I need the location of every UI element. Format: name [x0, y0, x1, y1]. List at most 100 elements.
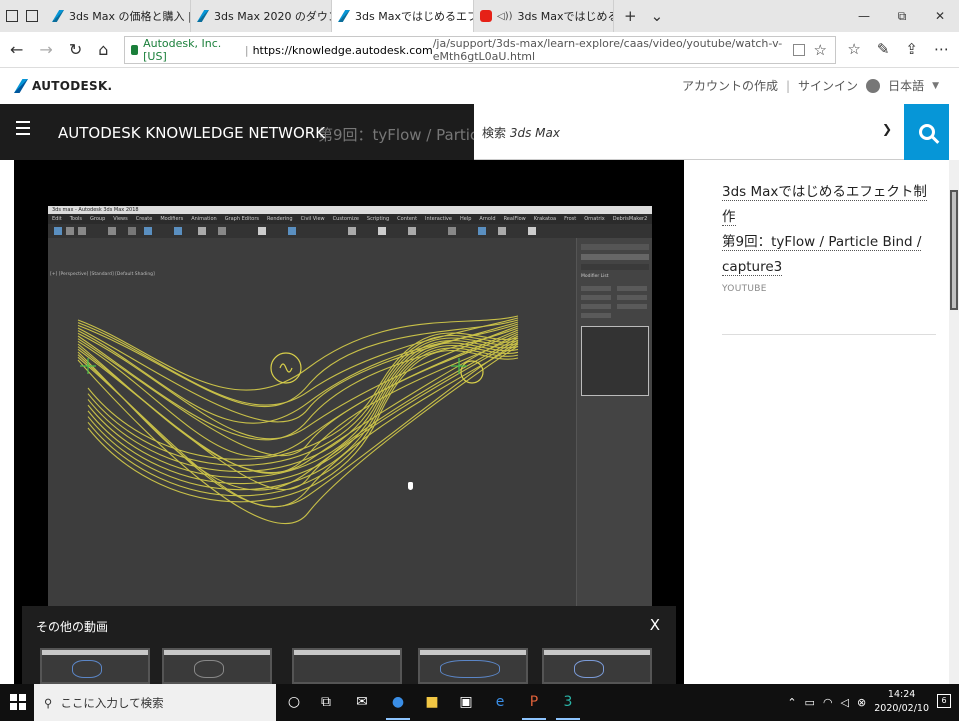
max-menu-item: Animation: [191, 216, 217, 222]
video-player[interactable]: 3ds max - Autodesk 3ds Max 2018 Edit Tool…: [14, 160, 684, 684]
related-video-title[interactable]: 3ds Maxではじめるエフェクト制作 第9回：tyFlow / Particl…: [722, 180, 936, 280]
certificate-org: Autodesk, Inc. [US]: [143, 37, 222, 63]
max-menu-item: Customize: [332, 216, 359, 222]
hamburger-menu-icon[interactable]: [16, 121, 30, 135]
action-center-icon[interactable]: 6: [937, 694, 951, 708]
close-window-button[interactable]: ✕: [921, 0, 959, 32]
max-menu-item: RealFlow: [503, 216, 526, 222]
max-toolbar: [48, 224, 652, 238]
page-scrollbar[interactable]: [949, 160, 959, 684]
forward-icon[interactable]: →: [39, 40, 52, 59]
home-icon[interactable]: ⌂: [98, 40, 108, 59]
max-menu-item: Krakatoa: [533, 216, 557, 222]
max-menu-item: Create: [135, 216, 153, 222]
max-menu-item: Scripting: [366, 216, 390, 222]
cortana-icon[interactable]: ○: [282, 690, 306, 714]
edge-icon[interactable]: ●: [386, 690, 410, 720]
modifier-stack-box: [581, 326, 649, 396]
pen-icon[interactable]: ✎: [877, 40, 890, 58]
tab-title: 3ds Max の価格と購入 | Autc: [69, 10, 190, 23]
3dsmax-icon[interactable]: 3: [556, 690, 580, 720]
video-thumbnail[interactable]: [162, 648, 272, 684]
tab-title: 3ds Maxではじめるエフェク: [517, 10, 614, 23]
set-aside-tabs-icon[interactable]: [26, 10, 38, 22]
mail-icon[interactable]: ✉: [350, 690, 374, 714]
max-menu-item: Frost: [564, 216, 577, 222]
max-menu-item: Edit: [52, 216, 62, 222]
favorites-hub-icon[interactable]: ☆: [847, 40, 860, 58]
new-tab-button[interactable]: +: [624, 7, 637, 25]
windows-start-icon[interactable]: [10, 694, 26, 710]
video-thumbnail[interactable]: [542, 648, 652, 684]
minimize-button[interactable]: —: [845, 0, 883, 32]
maximize-button[interactable]: ⧉: [883, 0, 921, 32]
wave-line: [77, 339, 519, 491]
powerpoint-icon[interactable]: P: [522, 690, 546, 720]
clock[interactable]: 14:24 2020/02/10: [874, 688, 929, 716]
reading-view-icon[interactable]: [793, 44, 805, 56]
max-menu-item: Tools: [69, 216, 83, 222]
video-thumbnail[interactable]: [418, 648, 528, 684]
tab-effect-active[interactable]: 3ds Maxではじめるエフェク ×: [332, 0, 474, 32]
search-scope: 3ds Max: [509, 126, 560, 140]
taskbar-search-input[interactable]: ⚲ ここに入力して検索: [34, 684, 276, 721]
search-button[interactable]: [904, 104, 949, 160]
create-account-link[interactable]: アカウントの作成: [682, 77, 778, 94]
url-field[interactable]: Autodesk, Inc. [US] | https://knowledge.…: [124, 36, 836, 64]
internet-explorer-icon[interactable]: e: [488, 690, 512, 714]
related-video: 3ds Maxではじめるエフェクト制作 第9回：tyFlow / Particl…: [722, 180, 936, 335]
audio-playing-icon[interactable]: ◁)): [497, 11, 513, 22]
lock-icon: [131, 45, 139, 55]
tab-preview-icon[interactable]: [6, 10, 18, 22]
3dsmax-screen: 3ds max - Autodesk 3ds Max 2018 Edit Tool…: [48, 206, 652, 606]
task-view-icon[interactable]: ⧉: [314, 690, 338, 714]
language-selector[interactable]: 日本語: [888, 77, 924, 94]
tray-chevron-up-icon[interactable]: ⌃: [787, 696, 796, 709]
browser-tab-bar: 3ds Max の価格と購入 | Autc 3ds Max 2020 のダウンロ…: [0, 0, 959, 32]
ime-icon[interactable]: ⊗: [857, 696, 866, 709]
max-viewport: [+] [Perspective] [Standard] [Default Sh…: [48, 238, 576, 606]
divider: [722, 334, 936, 335]
wifi-icon[interactable]: ◠: [823, 696, 833, 709]
search-icon: [918, 124, 935, 140]
address-bar: ← → ↻ ⌂ Autodesk, Inc. [US] | https://kn…: [0, 32, 959, 68]
logo-text: AUTODESK.: [32, 79, 113, 93]
store-icon[interactable]: ▣: [454, 690, 478, 714]
tab-list-button[interactable]: ⌄: [651, 7, 664, 25]
favorite-star-icon[interactable]: ☆: [814, 41, 827, 59]
max-menu-item: Rendering: [267, 216, 293, 222]
max-menu-item: DebrisMaker2: [612, 216, 648, 222]
globe-icon: [866, 78, 881, 93]
autodesk-logo[interactable]: AUTODESK.: [14, 79, 112, 93]
tab-download[interactable]: 3ds Max 2020 のダウンロード |: [191, 0, 332, 32]
battery-icon[interactable]: ▭: [805, 696, 815, 709]
wave-line: [77, 329, 519, 457]
volume-icon[interactable]: ◁: [841, 696, 849, 709]
tab-youtube[interactable]: ◁)) 3ds Maxではじめるエフェク: [474, 0, 614, 32]
autodesk-icon: [338, 10, 350, 22]
back-icon[interactable]: ←: [10, 40, 23, 59]
network-title[interactable]: AUTODESK KNOWLEDGE NETWORK: [58, 124, 325, 142]
search-input[interactable]: 検索 3ds Max ❯: [474, 104, 904, 160]
particle-wave-graphic: [77, 315, 519, 525]
autodesk-icon: [197, 10, 209, 22]
more-icon[interactable]: ⋯: [934, 40, 949, 58]
window-system-icons: [0, 0, 46, 32]
mouse-cursor: [408, 482, 413, 490]
max-menu-item: Arnold: [479, 216, 496, 222]
file-explorer-icon[interactable]: ■: [420, 690, 444, 714]
tab-price[interactable]: 3ds Max の価格と購入 | Autc: [46, 0, 191, 32]
video-thumbnail[interactable]: [40, 648, 150, 684]
refresh-icon[interactable]: ↻: [69, 40, 82, 59]
video-thumbnail[interactable]: [292, 648, 402, 684]
scrollbar-thumb[interactable]: [950, 190, 958, 310]
wave-line: [87, 344, 519, 491]
video-source: YOUTUBE: [722, 284, 767, 294]
chevron-down-icon[interactable]: ▼: [932, 81, 939, 91]
knowledge-network-bar: 第9回：tyFlow / Particle Bind / cap AUTODES…: [0, 104, 571, 160]
share-icon[interactable]: ⇪: [905, 40, 918, 58]
autodesk-mark-icon: [14, 79, 28, 93]
chevron-down-icon[interactable]: ❯: [882, 122, 892, 136]
sign-in-link[interactable]: サインイン: [798, 77, 858, 94]
close-icon[interactable]: X: [650, 616, 660, 634]
